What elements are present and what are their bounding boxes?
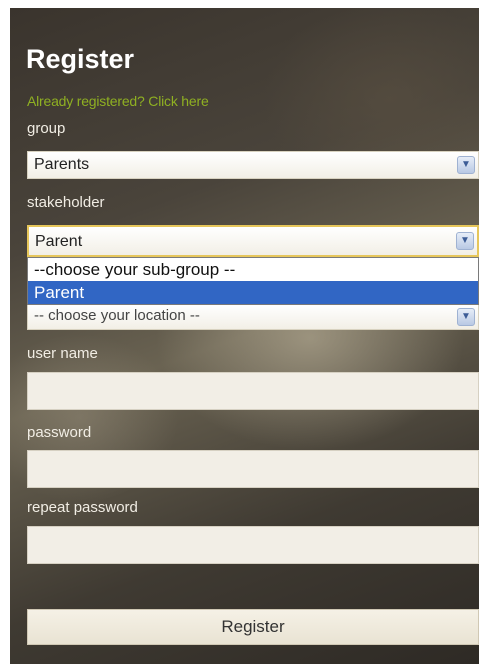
login-link[interactable]: Already registered? Click here bbox=[27, 93, 209, 109]
username-input[interactable] bbox=[27, 372, 479, 410]
dropdown-option-choose-sub-group[interactable]: --choose your sub-group -- bbox=[28, 258, 478, 281]
group-select-value: Parents bbox=[34, 156, 90, 173]
password-label: password bbox=[27, 424, 92, 441]
register-button[interactable]: Register bbox=[27, 609, 479, 645]
chevron-down-icon[interactable]: ▼ bbox=[457, 156, 475, 174]
location-select[interactable]: -- choose your location -- ▼ bbox=[27, 304, 479, 330]
chevron-down-icon[interactable]: ▼ bbox=[456, 232, 474, 250]
group-select[interactable]: Parents ▼ bbox=[27, 151, 479, 179]
repeat-password-label: repeat password bbox=[27, 499, 138, 516]
password-input[interactable] bbox=[27, 450, 479, 488]
chevron-down-icon[interactable]: ▼ bbox=[457, 308, 475, 326]
location-select-value: -- choose your location -- bbox=[34, 307, 200, 324]
stakeholder-label: stakeholder bbox=[27, 194, 105, 211]
group-label: group bbox=[27, 120, 66, 137]
stakeholder-dropdown-list: --choose your sub-group -- Parent bbox=[27, 257, 479, 305]
username-label: user name bbox=[27, 345, 98, 362]
register-panel: Register Already registered? Click here … bbox=[10, 8, 479, 664]
page-title: Register bbox=[26, 44, 135, 74]
stakeholder-select[interactable]: Parent ▼ bbox=[27, 225, 479, 257]
repeat-password-input[interactable] bbox=[27, 526, 479, 564]
stakeholder-select-value: Parent bbox=[35, 233, 83, 250]
dropdown-option-parent[interactable]: Parent bbox=[28, 281, 478, 304]
